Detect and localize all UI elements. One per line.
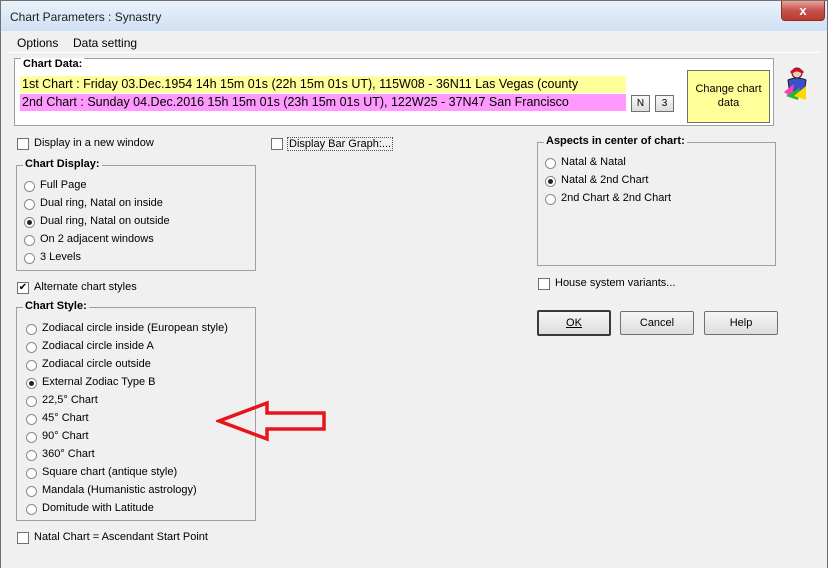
chart-display-radio-3[interactable] [24, 217, 35, 228]
aspects-radio-1[interactable] [545, 158, 556, 169]
chart-style-option-5[interactable]: 22,5° Chart [42, 394, 98, 406]
chart-style-radio-6[interactable] [26, 414, 37, 425]
n-button[interactable]: N [631, 95, 650, 112]
natal-ascendant-checkbox[interactable] [17, 532, 29, 544]
chart-style-option-11[interactable]: Domitude with Latitude [42, 502, 154, 514]
chart-display-option-4[interactable]: On 2 adjacent windows [40, 233, 154, 245]
chart-display-option-1[interactable]: Full Page [40, 179, 86, 191]
house-variants-checkbox[interactable] [538, 278, 550, 290]
chart-style-radio-4[interactable] [26, 378, 37, 389]
chart-display-radio-5[interactable] [24, 253, 35, 264]
close-button[interactable]: x [781, 1, 825, 21]
help-button[interactable]: Help [704, 311, 778, 335]
window-title: Chart Parameters : Synastry [10, 10, 162, 24]
chart-style-radio-9[interactable] [26, 468, 37, 479]
help-label: Help [729, 317, 753, 329]
chart-style-option-10[interactable]: Mandala (Humanistic astrology) [42, 484, 197, 496]
astrologer-icon[interactable] [780, 66, 810, 102]
first-chart-line[interactable]: 1st Chart : Friday 03.Dec.1954 14h 15m 0… [20, 76, 626, 93]
chart-display-option-2[interactable]: Dual ring, Natal on inside [40, 197, 163, 209]
chart-style-option-6[interactable]: 45° Chart [42, 412, 89, 424]
aspects-label: Aspects in center of chart: [544, 135, 687, 147]
aspects-option-2[interactable]: Natal & 2nd Chart [561, 174, 648, 186]
chart-style-radio-11[interactable] [26, 504, 37, 515]
change-chart-label-1: Change chart [695, 83, 762, 95]
chart-style-option-4[interactable]: External Zodiac Type B [42, 376, 156, 388]
second-chart-line[interactable]: 2nd Chart : Sunday 04.Dec.2016 15h 15m 0… [20, 94, 626, 111]
chart-style-radio-10[interactable] [26, 486, 37, 497]
chart-style-option-1[interactable]: Zodiacal circle inside (European style) [42, 322, 228, 334]
change-chart-data-button[interactable]: Change chart data [687, 70, 770, 123]
chart-style-radio-8[interactable] [26, 450, 37, 461]
aspects-radio-2[interactable] [545, 176, 556, 187]
chart-style-label: Chart Style: [23, 300, 89, 312]
ok-button[interactable]: OK [537, 310, 611, 336]
chart-display-option-5[interactable]: 3 Levels [40, 251, 81, 263]
chart-style-option-7[interactable]: 90° Chart [42, 430, 89, 442]
chart-display-label: Chart Display: [23, 158, 102, 170]
chart-style-radio-7[interactable] [26, 432, 37, 443]
chart-style-option-3[interactable]: Zodiacal circle outside [42, 358, 151, 370]
chart-style-radio-3[interactable] [26, 360, 37, 371]
check-mark-icon: ✔ [18, 282, 28, 293]
cancel-label: Cancel [639, 317, 675, 329]
change-chart-label-2: data [717, 97, 740, 109]
display-new-window-label: Display in a new window [34, 137, 154, 149]
chart-data-label: Chart Data: [21, 58, 85, 70]
three-button[interactable]: 3 [655, 95, 674, 112]
display-bar-graph-label[interactable]: Display Bar Graph:... [287, 137, 394, 151]
house-variants-label: House system variants... [555, 277, 676, 289]
alternate-styles-checkbox[interactable]: ✔ [17, 282, 29, 294]
chart-display-radio-4[interactable] [24, 235, 35, 246]
aspects-option-3[interactable]: 2nd Chart & 2nd Chart [561, 192, 671, 204]
chart-display-radio-1[interactable] [24, 181, 35, 192]
chart-style-radio-2[interactable] [26, 342, 37, 353]
ok-label: OK [566, 317, 582, 329]
natal-ascendant-label: Natal Chart = Ascendant Start Point [34, 531, 208, 543]
chart-style-option-2[interactable]: Zodiacal circle inside A [42, 340, 154, 352]
red-arrow-icon [214, 400, 328, 442]
alternate-styles-label: Alternate chart styles [34, 281, 137, 293]
chart-display-option-3[interactable]: Dual ring, Natal on outside [40, 215, 170, 227]
chart-style-radio-1[interactable] [26, 324, 37, 335]
chart-style-radio-5[interactable] [26, 396, 37, 407]
chart-display-radio-2[interactable] [24, 199, 35, 210]
menu-options[interactable]: Options [17, 36, 58, 50]
aspects-option-1[interactable]: Natal & Natal [561, 156, 626, 168]
menu-data-setting[interactable]: Data setting [73, 36, 137, 50]
chart-style-option-8[interactable]: 360° Chart [42, 448, 95, 460]
aspects-radio-3[interactable] [545, 194, 556, 205]
cancel-button[interactable]: Cancel [620, 311, 694, 335]
display-new-window-checkbox[interactable] [17, 138, 29, 150]
display-bar-graph-checkbox[interactable] [271, 138, 283, 150]
chart-style-option-9[interactable]: Square chart (antique style) [42, 466, 177, 478]
